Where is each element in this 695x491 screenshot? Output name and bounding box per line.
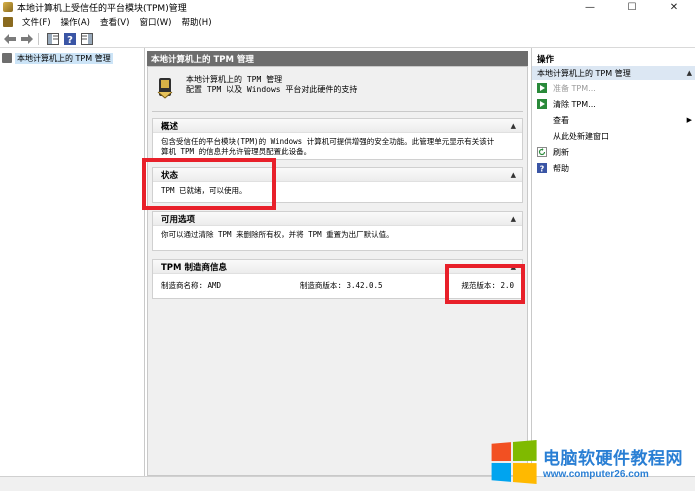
collapse-caret-icon[interactable]: ▲ — [687, 69, 692, 77]
center-pane-body[interactable]: 本地计算机上的 TPM 管理 配置 TPM 以及 Windows 平台对此硬件的… — [147, 66, 528, 476]
svg-text:?: ? — [67, 35, 73, 45]
intro-block: 本地计算机上的 TPM 管理 配置 TPM 以及 Windows 平台对此硬件的… — [156, 75, 357, 99]
blank-icon — [537, 115, 547, 125]
vendor-title: TPM 制造商信息 — [161, 262, 227, 273]
vendor-name: 制造商名称: AMD — [161, 281, 222, 290]
help-action[interactable]: ? 帮助 — [532, 160, 695, 176]
status-title: 状态 — [161, 170, 179, 181]
new-window-label: 从此处新建窗口 — [553, 131, 609, 141]
window-title: 本地计算机上受信任的平台模块(TPM)管理 — [17, 3, 187, 14]
toolbar: ? — [0, 30, 695, 48]
forward-arrow-icon[interactable] — [20, 32, 34, 46]
tpm-chip-icon — [2, 53, 12, 63]
options-section: 可用选项 ▲ 你可以通过清除 TPM 来删除所有权，并将 TPM 重置为出厂默认… — [152, 211, 523, 251]
actions-group-label: 本地计算机上的 TPM 管理 — [537, 68, 631, 78]
watermark-url: www.computer26.com — [543, 469, 649, 480]
show-hide-action-pane-icon[interactable] — [80, 32, 94, 46]
toolbar-divider — [38, 32, 39, 45]
minimize-button[interactable]: — — [569, 0, 611, 14]
back-arrow-icon[interactable] — [3, 32, 17, 46]
maximize-button[interactable]: ☐ — [611, 0, 653, 14]
overview-text-line-1: 包含受信任的平台模块(TPM)的 Windows 计算机可提供增强的安全功能。此… — [161, 137, 495, 146]
actions-title: 操作 — [537, 55, 555, 65]
svg-text:?: ? — [540, 165, 545, 174]
windows-logo-icon — [491, 439, 537, 485]
new-window-action[interactable]: 从此处新建窗口 — [532, 128, 695, 144]
view-label: 查看 — [553, 115, 569, 125]
menu-file[interactable]: 文件(F) — [17, 16, 56, 28]
refresh-label: 刷新 — [553, 147, 569, 157]
menu-view[interactable]: 查看(V) — [95, 16, 134, 28]
menu-bar: 文件(F) 操作(A) 查看(V) 窗口(W) 帮助(H) — [0, 14, 695, 30]
window-controls: — ☐ ✕ — [569, 0, 695, 14]
collapse-caret-icon[interactable]: ▲ — [511, 122, 516, 130]
blank-icon — [537, 131, 547, 141]
help-icon: ? — [537, 163, 547, 173]
status-text: TPM 已就绪，可以使用。 — [161, 186, 247, 195]
collapse-caret-icon[interactable]: ▲ — [511, 215, 516, 223]
actions-group-header[interactable]: 本地计算机上的 TPM 管理 ▲ — [532, 66, 695, 80]
tree-item-tpm-management[interactable]: 本地计算机上的 TPM 管理 — [0, 51, 144, 65]
title-bar: 本地计算机上受信任的平台模块(TPM)管理 — ☐ ✕ — [0, 0, 695, 14]
menu-window[interactable]: 窗口(W) — [134, 16, 176, 28]
options-header[interactable]: 可用选项 ▲ — [153, 212, 522, 226]
overview-header[interactable]: 概述 ▲ — [153, 119, 522, 133]
status-header[interactable]: 状态 ▲ — [153, 168, 522, 182]
spec-version: 规范版本: 2.0 — [461, 281, 514, 290]
prepare-tpm-action[interactable]: 准备 TPM... — [532, 80, 695, 96]
refresh-action[interactable]: 刷新 — [532, 144, 695, 160]
clear-tpm-action[interactable]: 清除 TPM... — [532, 96, 695, 112]
status-section: 状态 ▲ TPM 已就绪，可以使用。 — [152, 167, 523, 203]
run-icon — [537, 83, 547, 93]
collapse-caret-icon[interactable]: ▲ — [511, 171, 516, 179]
overview-text-line-2: 算机 TPM 的信息并允许管理员配置此设备。 — [161, 147, 312, 156]
collapse-caret-icon[interactable]: ▲ — [511, 263, 516, 271]
help-label: 帮助 — [553, 163, 569, 173]
console-icon[interactable] — [3, 17, 13, 27]
console-tree: 本地计算机上的 TPM 管理 — [0, 48, 145, 476]
menu-help[interactable]: 帮助(H) — [176, 16, 216, 28]
vendor-header[interactable]: TPM 制造商信息 ▲ — [153, 260, 522, 274]
clear-tpm-label: 清除 TPM... — [553, 99, 596, 109]
run-icon — [537, 99, 547, 109]
overview-section: 概述 ▲ 包含受信任的平台模块(TPM)的 Windows 计算机可提供增强的安… — [152, 118, 523, 160]
options-title: 可用选项 — [161, 214, 196, 225]
options-text: 你可以通过清除 TPM 来删除所有权，并将 TPM 重置为出厂默认值。 — [161, 230, 394, 239]
close-button[interactable]: ✕ — [653, 0, 695, 14]
refresh-icon — [537, 147, 547, 157]
tree-item-label: 本地计算机上的 TPM 管理 — [15, 52, 113, 64]
prepare-tpm-label: 准备 TPM... — [553, 83, 596, 93]
vendor-version: 制造商版本: 3.42.0.5 — [299, 281, 383, 290]
menu-action[interactable]: 操作(A) — [56, 16, 95, 28]
help-icon[interactable]: ? — [63, 32, 77, 46]
app-icon — [3, 2, 13, 12]
divider — [152, 111, 523, 112]
watermark-site-name: 电脑软硬件教程网 — [543, 449, 683, 469]
actions-pane: 操作 本地计算机上的 TPM 管理 ▲ 准备 TPM... 清除 TPM... … — [531, 48, 695, 476]
submenu-arrow-icon: ▶ — [686, 116, 692, 124]
center-pane: 本地计算机上的 TPM 管理 本地计算机上的 TPM 管理 配置 TPM 以及 … — [145, 48, 530, 476]
show-hide-tree-icon[interactable] — [46, 32, 60, 46]
intro-subtitle: 配置 TPM 以及 Windows 平台对此硬件的支持 — [186, 85, 358, 94]
intro-title: 本地计算机上的 TPM 管理 — [186, 75, 283, 84]
tpm-chip-icon — [157, 78, 173, 99]
overview-title: 概述 — [161, 121, 179, 132]
site-watermark: 电脑软硬件教程网 www.computer26.com — [489, 434, 695, 490]
center-pane-header: 本地计算机上的 TPM 管理 — [147, 51, 528, 66]
view-action[interactable]: 查看 ▶ — [532, 112, 695, 128]
vendor-section: TPM 制造商信息 ▲ 制造商名称: AMD 制造商版本: 3.42.0.5 规… — [152, 259, 523, 299]
